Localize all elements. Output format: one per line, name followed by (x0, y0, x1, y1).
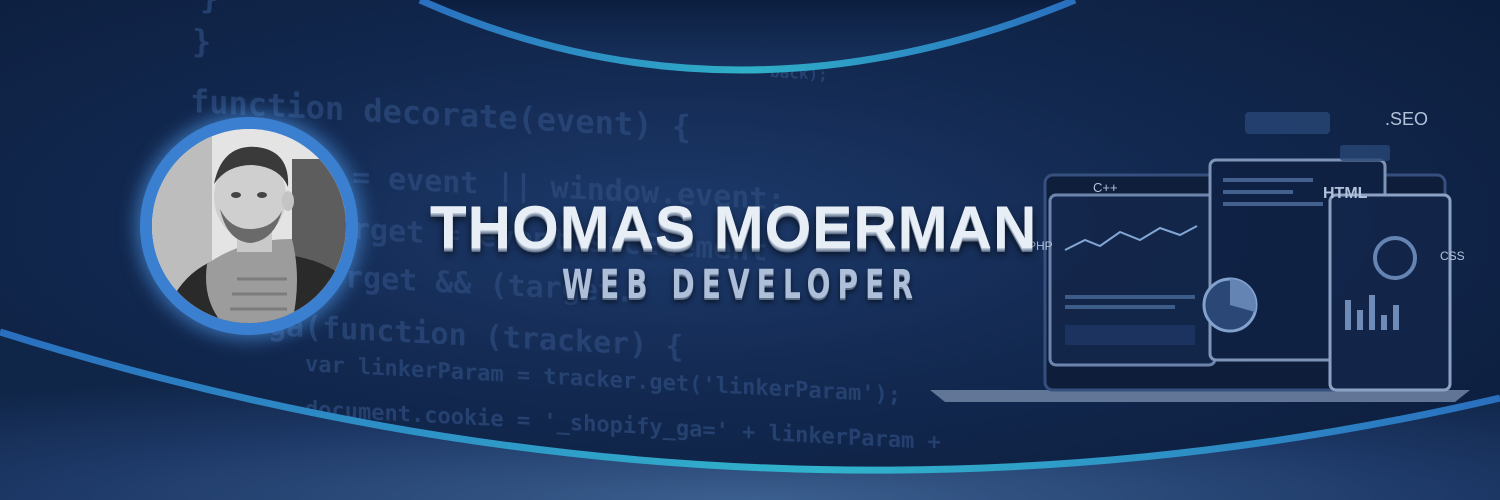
top-arc-decoration (418, 0, 1077, 74)
seo-label: .SEO (1385, 109, 1428, 129)
bottom-arc-decoration (0, 328, 1500, 500)
profile-role: WEB DEVELOPER (562, 262, 920, 308)
profile-banner: } } function decorate(event) { = event |… (0, 0, 1500, 500)
profile-name: THOMAS MOERMAN (430, 194, 1038, 261)
